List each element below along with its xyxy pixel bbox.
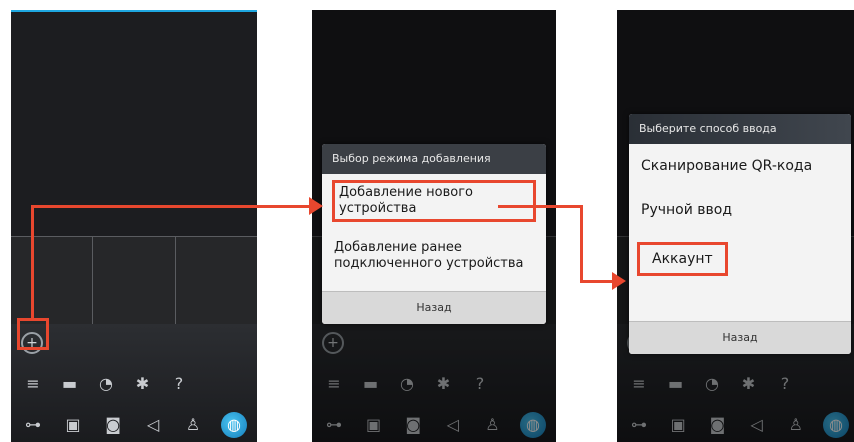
key-icon[interactable]: ⊶ [21,413,45,437]
mic-icon[interactable]: ♙ [181,413,205,437]
arrow-1-horizontal [31,205,313,208]
arrow-1-vertical [31,205,34,319]
arrow-2-horizontal [498,205,583,208]
trash-icon[interactable]: ≡ [21,372,45,396]
back-button[interactable]: Назад [629,321,851,354]
help-icon[interactable]: ? [167,372,191,396]
speaker-icon[interactable]: ◁ [141,413,165,437]
grid-cell[interactable] [11,237,94,325]
arrow-2-head [612,272,626,290]
dialog-title: Выберите способ ввода [629,114,851,144]
grid-cell[interactable] [176,237,257,325]
option-existing-device[interactable]: Добавление ранее подключенного устройств… [322,232,546,280]
camera-icon[interactable]: ◙ [101,413,125,437]
camera-grid [11,236,257,325]
video-view [11,10,257,236]
highlight-add-button [17,318,49,350]
dialog-title: Выбор режима добавления [322,144,546,174]
folder-icon[interactable]: ▬ [58,372,82,396]
toolbar-row-2: ⊶ ▣ ◙ ◁ ♙ ◍ [21,412,247,438]
phone-screen-2: + ≡ ▬ ◔ ✱ ? ⊶ ▣ ◙ ◁ ♙ ◍ Выбор режима доб… [312,10,556,442]
image-icon[interactable]: ▣ [61,413,85,437]
option-scan-qr[interactable]: Сканирование QR-кода [629,144,851,188]
toolbar-row-1: ≡ ▬ ◔ ✱ ? [21,372,191,396]
phone-screen-1: + ≡ ▬ ◔ ✱ ? ⊶ ▣ ◙ ◁ ♙ ◍ [11,10,257,442]
timer-icon[interactable]: ◔ [94,372,118,396]
arrow-2-horizontal-lower [580,280,614,283]
globe-icon[interactable]: ◍ [221,412,247,438]
add-mode-dialog: Выбор режима добавления Добавление новог… [322,144,546,324]
back-button[interactable]: Назад [322,291,546,324]
option-manual-input[interactable]: Ручной ввод [629,188,851,232]
arrow-1-head [309,197,323,215]
grid-cell[interactable] [93,237,176,325]
option-account[interactable]: Аккаунт [637,242,728,276]
phone-screen-3: + ≡ ▬ ◔ ✱ ? ⊶ ▣ ◙ ◁ ♙ ◍ Выберите способ … [617,10,854,442]
arrow-2-vertical [580,205,583,283]
gear-icon[interactable]: ✱ [131,372,155,396]
option-new-device[interactable]: Добавление нового устройства [332,180,536,222]
input-method-dialog: Выберите способ ввода Сканирование QR-ко… [629,114,851,354]
